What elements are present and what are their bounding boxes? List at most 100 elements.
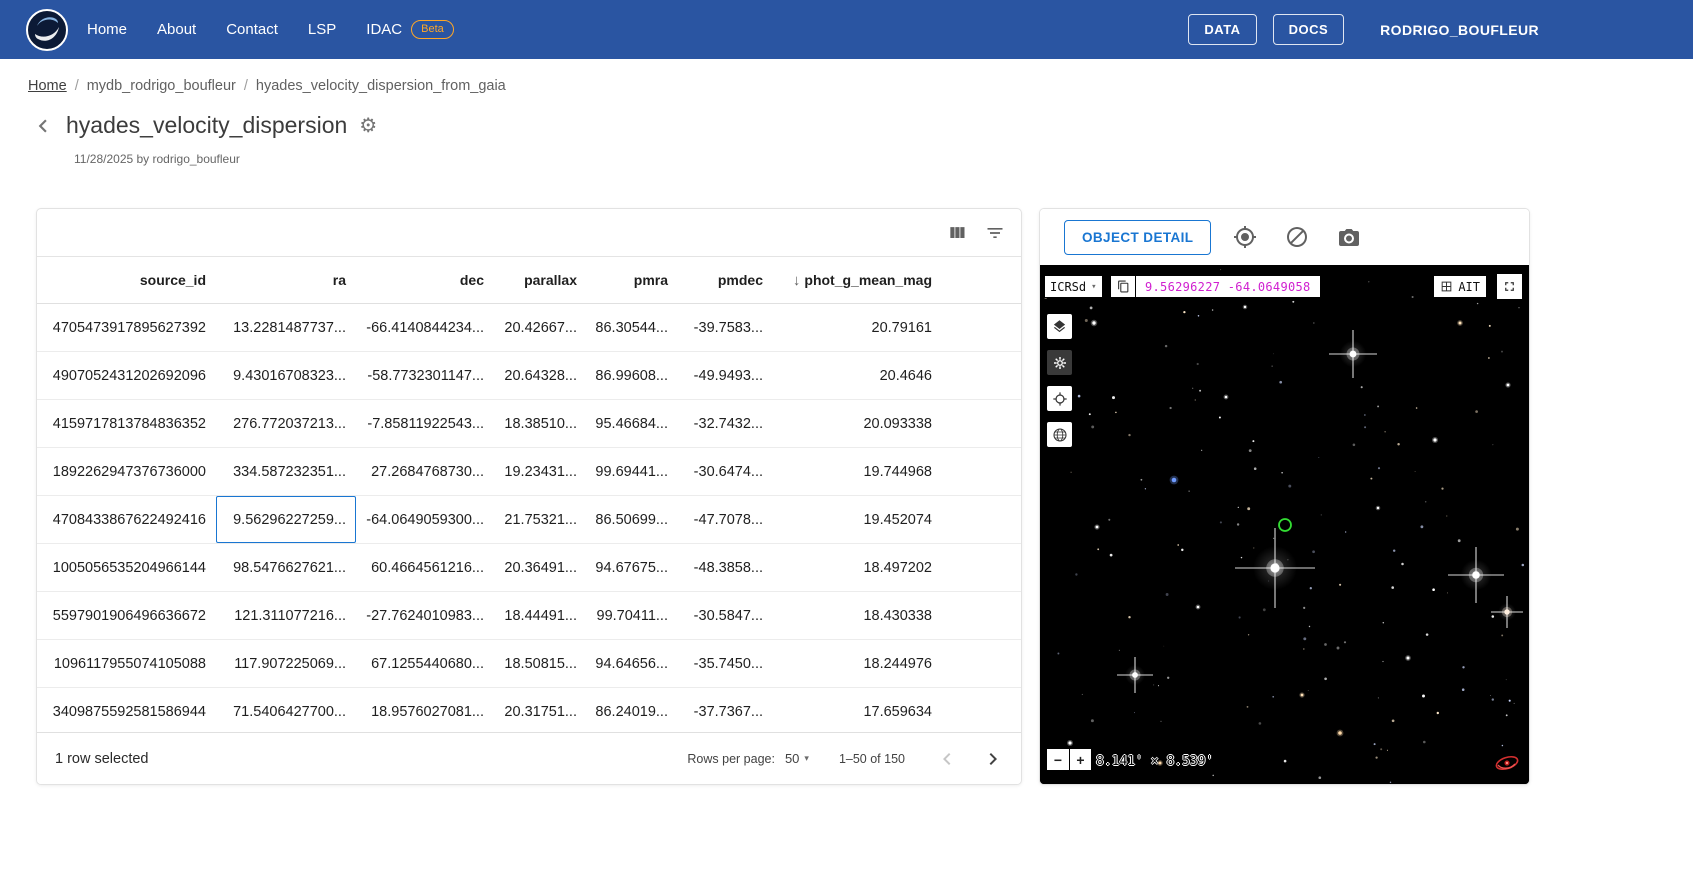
table-row[interactable]: 4907052431202692096 9.43016708323... -58.7… [37,352,1021,400]
nav-item-home[interactable]: Home [87,21,127,38]
cell-pmdec[interactable]: -37.7367... [678,688,773,735]
cell-pmra[interactable]: 86.24019... [587,688,678,735]
cell-pmra[interactable]: 99.69441... [587,448,678,495]
nav-item-idac[interactable]: IDAC Beta [366,20,454,39]
cell-parallax[interactable]: 18.50815... [494,640,587,687]
cell-parallax[interactable]: 18.44491... [494,592,587,639]
cell-source_id[interactable]: 1096117955074105088 [37,640,216,687]
cell-ra[interactable]: 71.5406427700... [216,688,356,735]
cell-dec[interactable]: -66.4140844234... [356,304,494,351]
filter-icon[interactable] [985,223,1005,243]
cell-pmra[interactable]: 99.70411... [587,592,678,639]
table-row[interactable]: 1096117955074105088 117.907225069... 67.12… [37,640,1021,688]
cell-dec[interactable]: -58.7732301147... [356,352,494,399]
back-button[interactable] [30,113,56,139]
aladin-logo[interactable] [1493,754,1521,777]
cell-parallax[interactable]: 20.36491... [494,544,587,591]
cell-source_id[interactable]: 3409875592581586944 [37,688,216,735]
viewer-settings-button[interactable] [1046,349,1073,376]
cell-ra[interactable]: 13.2281487737... [216,304,356,351]
cell-phot_g_mean_mag[interactable]: 18.244976 [773,640,942,687]
goto-target-button[interactable] [1046,385,1073,412]
cell-phot_g_mean_mag[interactable]: 20.4646 [773,352,942,399]
table-row[interactable]: 5597901906496636672 121.311077216... -27.7… [37,592,1021,640]
column-header-pmra[interactable]: pmra [587,272,678,288]
cell-dec[interactable]: -27.7624010983... [356,592,494,639]
cell-ra[interactable]: 98.5476627621... [216,544,356,591]
previous-page-button[interactable] [935,747,959,771]
cell-phot_g_mean_mag[interactable]: 18.430338 [773,592,942,639]
cell-pmdec[interactable]: -48.3858... [678,544,773,591]
table-row[interactable]: 1892262947376736000 334.587232351... 27.26… [37,448,1021,496]
rows-per-page-select[interactable]: 50 ▾ [785,751,809,766]
column-header-dec[interactable]: dec [356,272,494,288]
crosshair-target-icon[interactable] [1233,225,1257,249]
cell-phot_g_mean_mag[interactable]: 19.452074 [773,496,942,543]
cell-phot_g_mean_mag[interactable]: 19.744968 [773,448,942,495]
cell-source_id[interactable]: 4708433867622492416 [37,496,216,543]
cell-pmra[interactable]: 94.67675... [587,544,678,591]
cell-phot_g_mean_mag[interactable]: 18.497202 [773,544,942,591]
coordinate-frame-select[interactable]: ICRSd ▾ [1044,275,1103,298]
nav-item-contact[interactable]: Contact [226,21,278,38]
cell-pmra[interactable]: 86.99608... [587,352,678,399]
cell-pmra[interactable]: 94.64656... [587,640,678,687]
table-row[interactable]: 4708433867622492416 9.56296227259... -64.0… [37,496,1021,544]
cell-parallax[interactable]: 18.38510... [494,400,587,447]
cell-ra[interactable]: 9.56296227259... [216,496,356,543]
cell-source_id[interactable]: 4705473917895627392 [37,304,216,351]
column-header-parallax[interactable]: parallax [494,272,587,288]
cell-source_id[interactable]: 4907052431202692096 [37,352,216,399]
cell-source_id[interactable]: 5597901906496636672 [37,592,216,639]
layers-button[interactable] [1046,313,1073,340]
projection-select[interactable]: AIT [1433,275,1487,298]
cell-pmdec[interactable]: -47.7078... [678,496,773,543]
data-button[interactable]: DATA [1188,14,1257,45]
object-detail-button[interactable]: OBJECT DETAIL [1064,219,1212,255]
nav-item-about[interactable]: About [157,21,196,38]
cell-dec[interactable]: -64.0649059300... [356,496,494,543]
cell-ra[interactable]: 121.311077216... [216,592,356,639]
docs-button[interactable]: DOCS [1272,14,1345,45]
table-row[interactable]: 4159717813784836352 276.772037213... -7.85… [37,400,1021,448]
cell-ra[interactable]: 117.907225069... [216,640,356,687]
column-header-pmdec[interactable]: pmdec [678,272,773,288]
camera-icon[interactable] [1337,225,1361,249]
cell-parallax[interactable]: 20.64328... [494,352,587,399]
cell-pmdec[interactable]: -30.5847... [678,592,773,639]
cell-pmra[interactable]: 86.50699... [587,496,678,543]
cell-pmdec[interactable]: -35.7450... [678,640,773,687]
cell-phot_g_mean_mag[interactable]: 20.79161 [773,304,942,351]
cell-parallax[interactable]: 21.75321... [494,496,587,543]
cell-dec[interactable]: -7.85811922543... [356,400,494,447]
cell-dec[interactable]: 60.4664561216... [356,544,494,591]
cell-pmdec[interactable]: -32.7432... [678,400,773,447]
columns-icon[interactable] [947,223,967,243]
block-icon[interactable] [1285,225,1309,249]
table-settings-gear-icon[interactable]: ⚙ [359,116,377,136]
user-menu[interactable]: RODRIGO_BOUFLEUR [1380,22,1539,38]
cell-ra[interactable]: 9.43016708323... [216,352,356,399]
fullscreen-button[interactable] [1496,273,1523,300]
nav-item-lsp[interactable]: LSP [308,21,336,38]
sort-desc-icon[interactable]: ↓ [793,272,801,289]
table-row[interactable]: 4705473917895627392 13.2281487737... -66.4… [37,304,1021,352]
column-header-phot_g_mean_mag[interactable]: ↓ phot_g_mean_mag [773,272,942,289]
cell-source_id[interactable]: 4159717813784836352 [37,400,216,447]
cell-ra[interactable]: 276.772037213... [216,400,356,447]
cell-pmra[interactable]: 95.46684... [587,400,678,447]
cell-source_id[interactable]: 1005056535204966144 [37,544,216,591]
copy-coordinates-button[interactable] [1110,275,1136,298]
cell-dec[interactable]: 18.9576027081... [356,688,494,735]
cell-pmdec[interactable]: -39.7583... [678,304,773,351]
cell-pmdec[interactable]: -30.6474... [678,448,773,495]
cell-parallax[interactable]: 20.42667... [494,304,587,351]
breadcrumb-item[interactable]: Home [28,78,67,94]
cell-parallax[interactable]: 20.31751... [494,688,587,735]
linea-logo[interactable] [25,8,69,52]
cell-pmra[interactable]: 86.30544... [587,304,678,351]
aladin-sky-viewer[interactable]: ICRSd ▾ 9.56296227 -64.0649058 AIT − + 8… [1040,265,1529,784]
cell-ra[interactable]: 334.587232351... [216,448,356,495]
next-page-button[interactable] [981,747,1005,771]
cell-dec[interactable]: 67.1255440680... [356,640,494,687]
